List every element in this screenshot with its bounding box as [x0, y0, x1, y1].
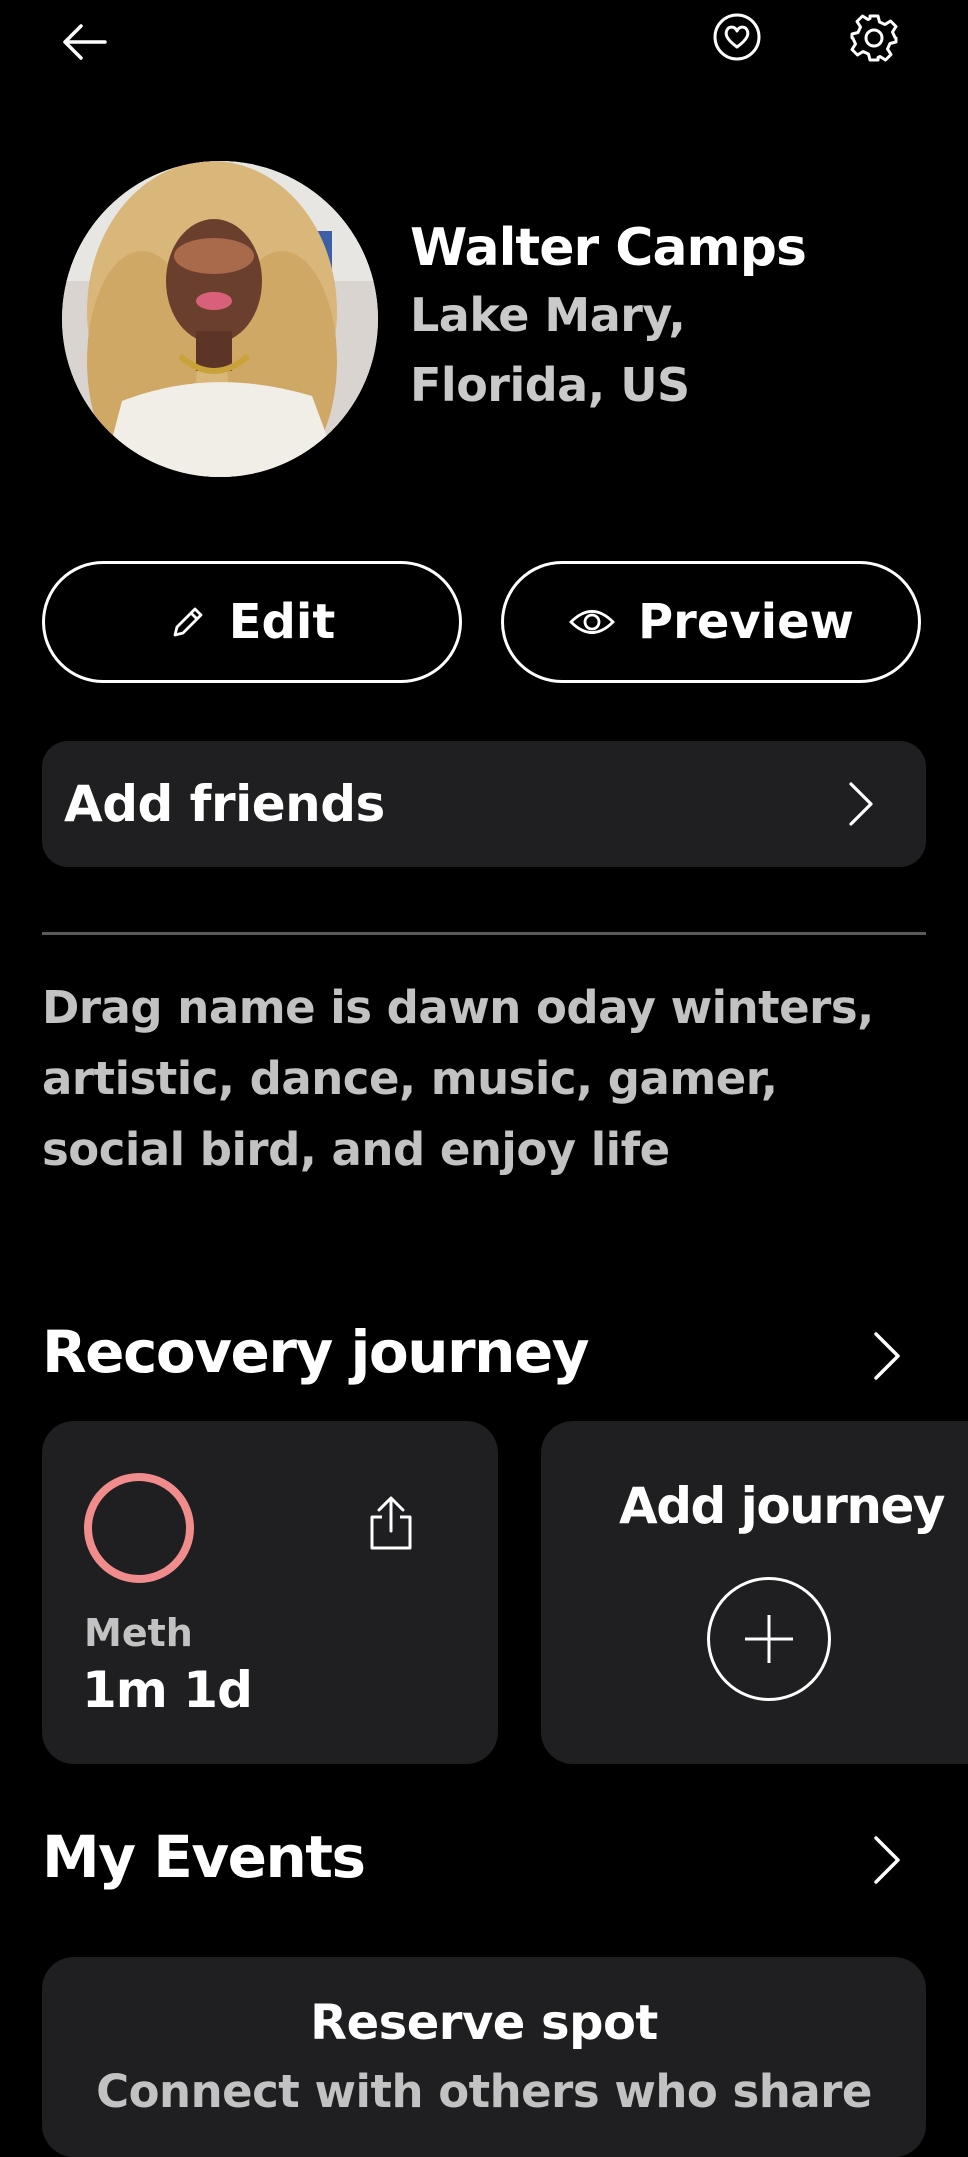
- journey-substance: Meth: [84, 1611, 193, 1655]
- reserve-spot-title: Reserve spot: [310, 1995, 658, 2051]
- chevron-right-icon: [849, 782, 873, 826]
- plus-icon: [745, 1615, 793, 1663]
- recovery-journey-chevron-icon[interactable]: [872, 1330, 902, 1382]
- add-journey-button[interactable]: [707, 1577, 831, 1701]
- arrow-left-icon: [63, 24, 107, 60]
- profile-name: Walter Camps: [410, 218, 807, 278]
- heart-circle-icon: [713, 13, 761, 61]
- profile-location: Lake Mary, Florida, US: [410, 288, 690, 412]
- journey-duration: 1m 1d: [82, 1661, 253, 1719]
- add-journey-card[interactable]: Add journey: [541, 1421, 968, 1764]
- pencil-icon: [173, 607, 203, 637]
- edit-button[interactable]: Edit: [42, 561, 462, 683]
- bio-text: Drag name is dawn oday winters, artistic…: [42, 981, 874, 1176]
- settings-button[interactable]: [846, 10, 902, 66]
- add-friends-label: Add friends: [64, 775, 385, 833]
- edit-label: Edit: [228, 594, 336, 650]
- reserve-spot-subtitle: Connect with others who share: [96, 2065, 872, 2118]
- journey-card[interactable]: Meth 1m 1d: [42, 1421, 498, 1764]
- back-button[interactable]: [52, 10, 116, 74]
- eye-icon: [568, 610, 615, 634]
- avatar[interactable]: [62, 161, 378, 477]
- preview-label: Preview: [637, 594, 855, 650]
- progress-ring: [84, 1473, 194, 1583]
- my-events-chevron-icon[interactable]: [872, 1834, 902, 1886]
- recovery-journey-title: Recovery journey: [42, 1318, 590, 1386]
- reserve-spot-card[interactable]: Reserve spot Connect with others who sha…: [42, 1957, 926, 2157]
- my-events-title: My Events: [42, 1823, 366, 1891]
- favorites-button[interactable]: [710, 10, 764, 64]
- add-journey-label: Add journey: [619, 1477, 946, 1535]
- profile-photo: [62, 161, 378, 477]
- gear-icon: [850, 14, 898, 62]
- add-friends-row[interactable]: Add friends: [42, 741, 926, 867]
- preview-button[interactable]: Preview: [501, 561, 921, 683]
- share-icon[interactable]: [368, 1495, 414, 1551]
- divider: [42, 932, 926, 935]
